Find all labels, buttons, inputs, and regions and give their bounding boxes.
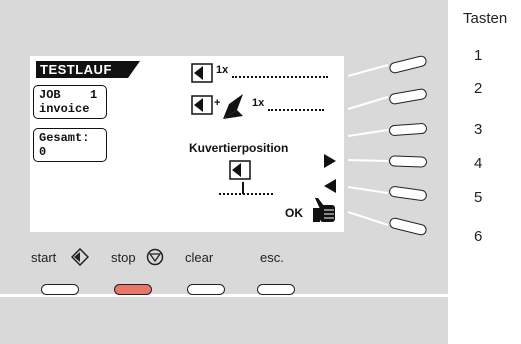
svg-text:+: + [214,97,220,109]
legend-number-2: 2 [474,80,483,97]
feeder-icon [191,63,213,83]
clear-label: clear [185,250,214,265]
job-label: JOB [39,88,61,102]
job-name: invoice [39,102,90,116]
esc-label: esc. [260,250,284,265]
job-number: 1 [90,88,98,102]
legend-title: Tasten [463,10,508,27]
ok-label: OK [285,206,303,220]
row1-count: 1x [216,64,229,76]
legend-number-6: 6 [474,228,483,245]
row1-dotted-line [232,76,328,78]
total-label: Gesamt: [39,131,90,145]
start-icon [71,248,89,266]
mode-title: TESTLAUF [40,62,112,77]
start-label: start [31,250,57,265]
position-feeder-icon [229,160,251,180]
legend-number-5: 5 [474,189,483,206]
thumbs-up-icon [313,198,335,222]
stop-button[interactable] [114,284,152,295]
position-scale [219,193,273,195]
stop-label: stop [111,250,136,265]
row2-dotted-line [268,109,324,111]
position-marker [242,182,244,194]
legend-number-1: 1 [474,47,483,64]
position-label: Kuvertierposition [189,141,289,155]
arrow-right-icon [324,154,336,168]
lcd-display: TESTLAUF JOB 1 invoice Gesamt: 0 1x + 1x… [30,56,344,232]
esc-button[interactable] [257,284,295,295]
legend-number-4: 4 [474,155,483,172]
feeder-envelope-icon: + [191,94,243,119]
softkey-leaders [347,64,389,226]
stop-icon [146,248,164,266]
total-value: 0 [39,145,47,159]
legend-number-3: 3 [474,121,483,138]
clear-button[interactable] [187,284,225,295]
softkey-4[interactable] [388,155,428,168]
job-box: JOB 1 invoice [33,85,107,119]
arrow-left-icon [324,179,336,193]
start-button[interactable] [41,284,79,295]
row2-count: 1x [252,97,265,109]
total-box: Gesamt: 0 [33,128,107,162]
